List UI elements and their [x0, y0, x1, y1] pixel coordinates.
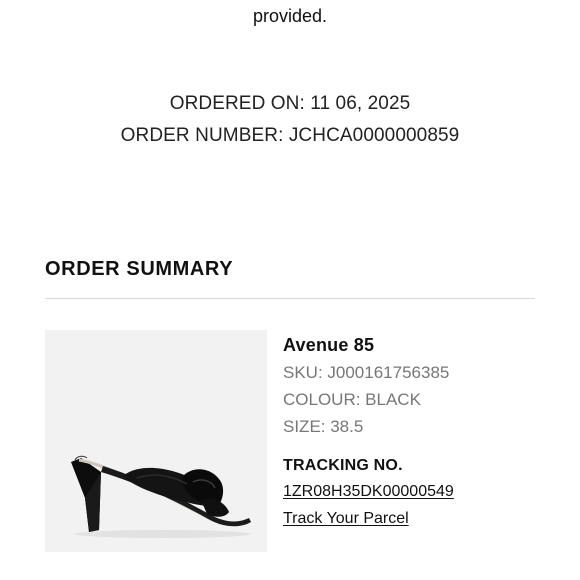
tracking-heading: TRACKING NO. — [283, 457, 403, 474]
track-parcel-link[interactable]: Track Your Parcel — [283, 505, 563, 532]
ordered-on-date: ORDERED ON: 11 06, 2025 — [169, 93, 411, 114]
product-info: Avenue 85 SKU: J000161756385 COLOUR: BLA… — [283, 333, 563, 532]
order-meta: ORDERED ON: 11 06, 2025 ORDER NUMBER: JC… — [0, 88, 580, 152]
intro-text-tail: provided. — [252, 6, 328, 26]
order-summary-heading: ORDER SUMMARY — [45, 258, 234, 280]
order-number: ORDER NUMBER: JCHCA0000000859 — [120, 125, 460, 146]
tracking-number-link[interactable]: 1ZR08H35DK00000549 — [283, 478, 563, 505]
product-details: SKU: J000161756385 COLOUR: BLACK SIZE: 3… — [283, 359, 563, 440]
summary-divider — [45, 298, 535, 299]
sandal-illustration — [71, 455, 251, 538]
product-sku: SKU: J000161756385 — [283, 363, 450, 382]
product-image — [45, 330, 267, 552]
product-name: Avenue 85 — [283, 335, 375, 355]
product-colour: COLOUR: BLACK — [283, 390, 421, 409]
product-size: SIZE: 38.5 — [283, 417, 364, 436]
